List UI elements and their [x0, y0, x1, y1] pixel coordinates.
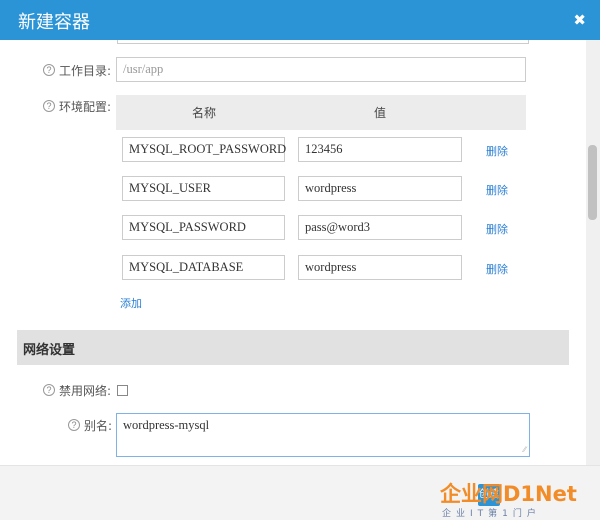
help-circle-icon[interactable]: ?	[43, 100, 55, 112]
alias-value: wordpress-mysql	[123, 418, 210, 432]
network-section-title: 网络设置	[23, 343, 76, 358]
env-value-input[interactable]: 123456	[298, 137, 462, 162]
disable-network-label: 禁用网络:	[59, 384, 112, 398]
resize-grip-icon: ⁄⁄	[523, 445, 526, 454]
env-value-input[interactable]: wordpress	[298, 255, 462, 280]
network-section-header: 网络设置	[17, 330, 569, 365]
workdir-label: 工作目录:	[59, 64, 112, 78]
env-add-link[interactable]: 添加	[120, 295, 142, 311]
help-circle-icon[interactable]: ?	[68, 419, 80, 431]
env-delete-link[interactable]: 删除	[486, 182, 508, 198]
dialog-title: 新建容器	[18, 12, 90, 33]
resize-grip-icon: ⁄⁄	[523, 40, 526, 42]
scrollbar-track[interactable]	[586, 40, 600, 465]
help-circle-icon[interactable]: ?	[43, 384, 55, 396]
dialog-title-bar: 新建容器 ✖	[0, 0, 600, 40]
dialog-body: ⁄⁄ ? 工作目录: /usr/app ? 环境配置: 名称 值 MYSQL_R…	[0, 40, 586, 465]
env-label: 环境配置:	[59, 100, 112, 114]
help-circle-icon[interactable]: ?	[43, 64, 55, 76]
env-name-input[interactable]: MYSQL_ROOT_PASSWORD	[122, 137, 286, 162]
env-delete-link[interactable]: 删除	[486, 221, 508, 237]
env-name-input[interactable]: MYSQL_USER	[122, 176, 285, 201]
close-icon[interactable]: ✖	[573, 11, 586, 29]
disable-network-checkbox[interactable]	[117, 385, 128, 396]
env-delete-link[interactable]: 删除	[486, 143, 508, 159]
env-value-input[interactable]: wordpress	[298, 176, 462, 201]
new-container-dialog: 新建容器 ✖ ⁄⁄ ? 工作目录: /usr/app ? 环境配置: 名称 值 …	[0, 0, 600, 520]
alias-label: 别名:	[84, 419, 113, 433]
previous-textarea-edge[interactable]: ⁄⁄	[117, 40, 529, 44]
env-value-input[interactable]: pass@word3	[298, 215, 462, 240]
alias-textarea[interactable]: wordpress-mysql ⁄⁄	[116, 413, 530, 457]
watermark-logo: 企业网D1Net	[440, 482, 577, 506]
scrollbar-thumb[interactable]	[588, 145, 597, 220]
env-col-name: 名称	[192, 106, 217, 120]
workdir-input[interactable]: /usr/app	[116, 57, 526, 82]
env-delete-link[interactable]: 删除	[486, 261, 508, 277]
env-table-header: 名称 值	[116, 95, 526, 130]
watermark: 企业网D1Net 企业IT第1门户	[440, 478, 598, 519]
env-col-value: 值	[374, 106, 387, 120]
watermark-tagline: 企业IT第1门户	[442, 509, 541, 519]
env-name-input[interactable]: MYSQL_PASSWORD	[122, 215, 285, 240]
env-name-input[interactable]: MYSQL_DATABASE	[122, 255, 285, 280]
